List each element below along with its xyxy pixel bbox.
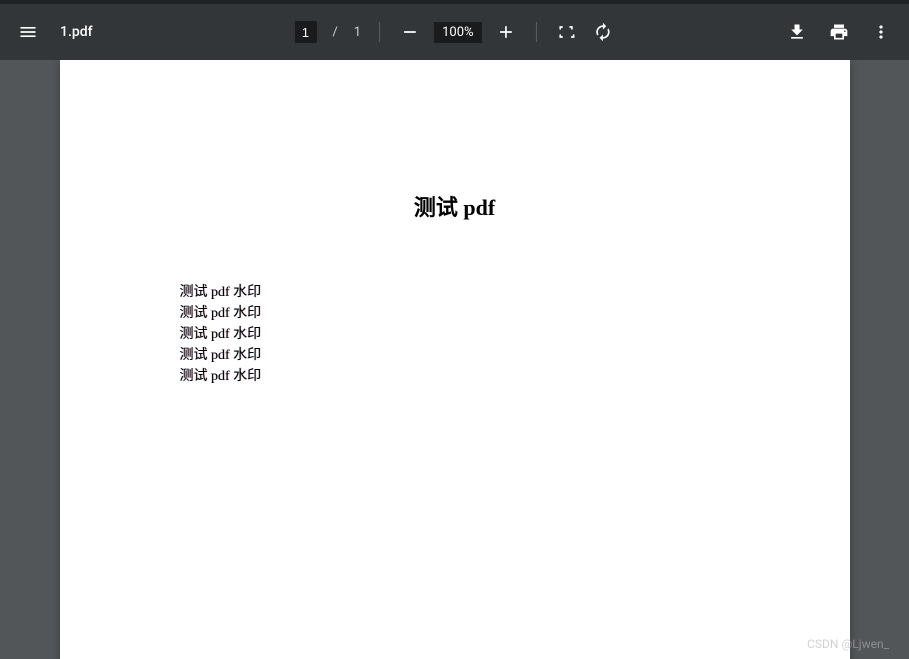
document-line: 测试 pdf 水印 [180, 303, 730, 324]
pdf-page: 测试 pdf 测试 pdf 水印 测试 pdf 水印 测试 pdf 水印 测试 … [60, 60, 850, 659]
scroll-container[interactable]: 测试 pdf 测试 pdf 水印 测试 pdf 水印 测试 pdf 水印 测试 … [0, 60, 909, 659]
document-line: 测试 pdf 水印 [180, 282, 730, 303]
plus-icon [496, 22, 516, 42]
pdf-toolbar: 1.pdf / 1 100% [0, 4, 909, 60]
csdn-watermark: CSDN @Ljwen_ [807, 637, 889, 651]
rotate-icon [593, 22, 613, 42]
page-total-label: 1 [354, 25, 361, 40]
document-title: 测试 pdf [180, 190, 730, 222]
more-vert-icon [871, 22, 891, 42]
fit-page-icon [557, 22, 577, 42]
toolbar-left-group: 1.pdf [16, 20, 93, 44]
download-icon [787, 22, 807, 42]
fit-page-button[interactable] [555, 20, 579, 44]
minus-icon [400, 22, 420, 42]
more-button[interactable] [869, 20, 893, 44]
document-line: 测试 pdf 水印 [180, 366, 730, 387]
filename-label: 1.pdf [60, 24, 93, 40]
print-button[interactable] [827, 20, 851, 44]
page-separator: / [332, 25, 337, 40]
menu-button[interactable] [16, 20, 40, 44]
toolbar-center-group: / 1 100% [294, 20, 614, 44]
document-line: 测试 pdf 水印 [180, 324, 730, 345]
page-number-input[interactable] [294, 21, 316, 43]
toolbar-right-group [785, 20, 893, 44]
toolbar-divider [379, 22, 380, 42]
zoom-in-button[interactable] [494, 20, 518, 44]
print-icon [829, 22, 849, 42]
pdf-viewer-area: 测试 pdf 测试 pdf 水印 测试 pdf 水印 测试 pdf 水印 测试 … [0, 60, 909, 659]
toolbar-divider [536, 22, 537, 42]
zoom-level-display[interactable]: 100% [434, 22, 481, 43]
zoom-out-button[interactable] [398, 20, 422, 44]
download-button[interactable] [785, 20, 809, 44]
document-line: 测试 pdf 水印 [180, 345, 730, 366]
rotate-button[interactable] [591, 20, 615, 44]
hamburger-icon [18, 22, 38, 42]
